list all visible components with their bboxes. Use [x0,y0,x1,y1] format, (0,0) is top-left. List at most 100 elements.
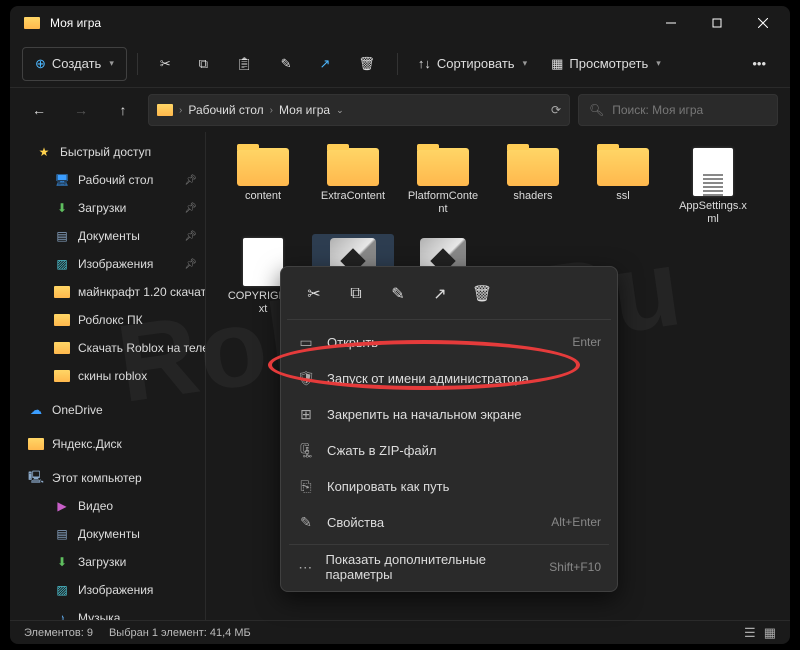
share-icon: ↗ [433,284,446,304]
sidebar-item[interactable]: Роблокс ПК [10,306,205,334]
context-show-more[interactable]: ⋯Показать дополнительные параметрыShift+… [287,549,611,585]
icons-view-button[interactable]: ▦ [764,625,776,641]
sidebar-pictures[interactable]: ▨Изображения📌︎ [10,250,205,278]
folder-icon [54,342,70,354]
document-icon: ▤ [54,229,70,243]
details-view-button[interactable]: ☰ [744,625,756,641]
folder-icon [157,104,173,116]
pin-icon: 📌︎ [184,175,197,186]
cut-button[interactable]: ✂ [148,47,183,81]
new-button[interactable]: ⊕ Создать ▾ [22,47,127,81]
share-button[interactable]: ↗ [421,279,459,309]
copy-button[interactable]: ⧉ [187,47,220,81]
image-icon: ▨ [54,257,70,271]
back-button[interactable]: ← [22,93,56,127]
sidebar-downloads[interactable]: ⬇Загрузки📌︎ [10,194,205,222]
context-compress-zip[interactable]: 🗜︎Сжать в ZIP-файл [287,432,611,468]
close-button[interactable] [740,7,786,39]
rename-button[interactable]: ✎ [379,279,417,309]
sidebar-documents[interactable]: ▤Документы📌︎ [10,222,205,250]
folder-icon [417,148,469,186]
titlebar: Моя игра [10,6,790,40]
chevron-down-icon: ▾ [656,58,661,69]
up-button[interactable]: ↑ [106,93,140,127]
folder-item[interactable]: PlatformContent [402,144,484,230]
scissors-icon: ✂ [160,56,171,72]
breadcrumb[interactable]: › Рабочий стол › Моя игра ⌄ ⟳ [148,94,570,126]
image-icon: ▨ [54,583,70,597]
zip-icon: 🗜︎ [297,442,315,459]
refresh-button[interactable]: ⟳ [551,103,561,117]
breadcrumb-segment[interactable]: Моя игра [279,103,330,117]
sidebar-pictures[interactable]: ▨Изображения [10,576,205,604]
sidebar-quick-access[interactable]: ★Быстрый доступ [10,138,205,166]
sidebar-item[interactable]: Скачать Roblox на теле [10,334,205,362]
share-button[interactable]: ↗ [307,47,342,81]
maximize-button[interactable] [694,7,740,39]
sidebar-onedrive[interactable]: ☁OneDrive [10,396,205,424]
toolbar: ⊕ Создать ▾ ✂ ⧉ 📋︎ ✎ ↗ 🗑︎ ↑↓Сортировать▾… [10,40,790,88]
xml-file-icon [693,148,733,196]
pin-icon: 📌︎ [184,259,197,270]
folder-item[interactable]: ssl [582,144,664,230]
paste-button[interactable]: 📋︎ [224,47,265,81]
folder-icon [507,148,559,186]
context-copy-path[interactable]: ⎘Копировать как путь [287,468,611,504]
view-button[interactable]: ▦Просмотреть▾ [541,47,671,81]
share-icon: ↗ [319,56,330,72]
shield-icon: 🛡︎ [297,370,315,387]
sidebar-videos[interactable]: ▶Видео [10,492,205,520]
sidebar-music[interactable]: ♪Музыка [10,604,205,620]
chevron-down-icon[interactable]: ⌄ [336,105,344,116]
context-run-as-admin[interactable]: 🛡︎Запуск от имени администратора [287,360,611,396]
more-button[interactable]: ••• [740,47,778,81]
folder-item[interactable]: ExtraContent [312,144,394,230]
view-icon: ▦ [551,56,563,72]
context-properties[interactable]: ✎СвойстваAlt+Enter [287,504,611,540]
sidebar-item[interactable]: майнкрафт 1.20 скачат [10,278,205,306]
cut-button[interactable]: ✂ [295,279,333,309]
ellipsis-icon: ••• [752,56,766,71]
document-icon: ▤ [54,527,70,541]
delete-button[interactable]: 🗑︎ [346,47,387,81]
delete-button[interactable]: 🗑︎ [463,279,501,309]
folder-icon [327,148,379,186]
sidebar-desktop[interactable]: 🖥︎Рабочий стол📌︎ [10,166,205,194]
music-icon: ♪ [54,611,70,620]
rename-button[interactable]: ✎ [269,47,304,81]
copy-button[interactable]: ⧉ [337,279,375,309]
rename-icon: ✎ [281,56,292,72]
selection-info: Выбран 1 элемент: 41,4 МБ [109,627,251,639]
text-file-icon [243,238,283,286]
window-title: Моя игра [50,16,648,30]
trash-icon: 🗑︎ [358,56,375,72]
file-item[interactable]: AppSettings.xml [672,144,754,230]
sidebar-downloads[interactable]: ⬇Загрузки [10,548,205,576]
sort-button[interactable]: ↑↓Сортировать▾ [408,47,537,81]
forward-button[interactable]: → [64,93,98,127]
sidebar-item[interactable]: скины roblox [10,362,205,390]
folder-icon [54,370,70,382]
folder-item[interactable]: content [222,144,304,230]
pin-icon: ⊞ [297,406,315,423]
context-quick-actions: ✂ ⧉ ✎ ↗ 🗑︎ [287,273,611,320]
minimize-button[interactable] [648,7,694,39]
search-input[interactable]: 🔍︎ Поиск: Моя игра [578,94,778,126]
sidebar-documents[interactable]: ▤Документы [10,520,205,548]
view-mode-buttons: ☰ ▦ [744,625,776,641]
folder-icon [597,148,649,186]
breadcrumb-segment[interactable]: Рабочий стол [188,103,263,117]
copy-icon: ⧉ [199,56,208,72]
properties-icon: ✎ [297,514,315,531]
download-icon: ⬇ [54,555,70,569]
open-icon: ▭ [297,334,315,351]
context-open[interactable]: ▭ОткрытьEnter [287,324,611,360]
sidebar-this-pc[interactable]: 🖳Этот компьютер [10,464,205,492]
chevron-down-icon: ▾ [109,58,114,69]
rename-icon: ✎ [391,284,404,304]
folder-item[interactable]: shaders [492,144,574,230]
star-icon: ★ [36,145,52,159]
sidebar-yandex-disk[interactable]: Яндекс.Диск [10,430,205,458]
context-pin-start[interactable]: ⊞Закрепить на начальном экране [287,396,611,432]
chevron-right-icon: › [270,105,273,116]
